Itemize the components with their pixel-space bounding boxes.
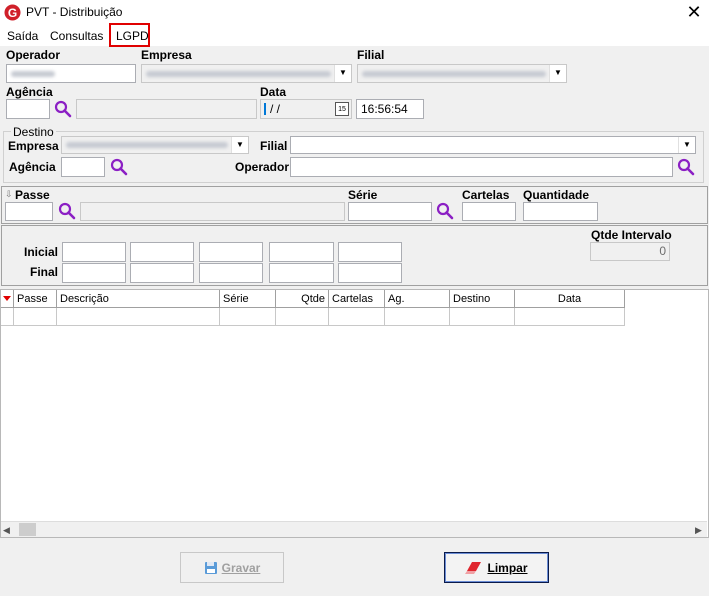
inicial-input-4[interactable]: [269, 242, 334, 262]
serie-label: Série: [348, 188, 378, 202]
chevron-down-icon[interactable]: ▼: [231, 137, 248, 153]
destino-empresa-label: Empresa: [8, 139, 59, 153]
svg-text:G: G: [8, 6, 17, 20]
passe-input[interactable]: [5, 202, 53, 221]
filial-select[interactable]: ▼: [357, 64, 567, 83]
destino-operador-label: Operador: [235, 160, 290, 174]
cartelas-input[interactable]: [462, 202, 516, 221]
search-icon[interactable]: [677, 158, 695, 176]
data-label: Data: [260, 85, 287, 99]
gravar-label: Gravar: [221, 560, 261, 575]
table-cell[interactable]: [515, 308, 625, 326]
column-header-serie[interactable]: Série: [220, 290, 276, 308]
column-header-qtde[interactable]: Qtde: [276, 290, 329, 308]
inicial-input-2[interactable]: [130, 242, 194, 262]
menu-saida[interactable]: Saída: [7, 27, 38, 45]
time-input[interactable]: 16:56:54: [356, 99, 424, 119]
limpar-label: Limpar: [487, 560, 528, 575]
chevron-down-icon[interactable]: ▼: [678, 137, 695, 153]
menu-bar: Saída Consultas LGPD: [0, 26, 709, 46]
title-bar: G PVT - Distribuição ✕: [0, 0, 709, 26]
scrollbar-thumb[interactable]: [19, 523, 36, 536]
chevron-down-icon[interactable]: ▼: [549, 65, 566, 82]
limpar-button[interactable]: Limpar: [444, 552, 549, 583]
destino-agencia-label: Agência: [9, 160, 56, 174]
arrow-down-icon: ⇩: [5, 189, 13, 199]
save-icon: [204, 561, 218, 575]
empresa-label: Empresa: [141, 48, 192, 62]
empresa-select[interactable]: ▼: [141, 64, 352, 83]
items-grid[interactable]: Passe Descrição Série Qtde Cartelas Ag. …: [0, 289, 709, 538]
inicial-input-5[interactable]: [338, 242, 402, 262]
column-header-data[interactable]: Data: [515, 290, 625, 308]
date-input[interactable]: / / 15: [260, 99, 352, 119]
grid-indicator-header: [1, 290, 14, 308]
agencia-input[interactable]: [6, 99, 50, 119]
column-header-destino[interactable]: Destino: [450, 290, 515, 308]
chevron-down-icon[interactable]: ▼: [334, 65, 351, 82]
passe-description: [80, 202, 345, 221]
destino-agencia-input[interactable]: [61, 157, 105, 177]
table-cell[interactable]: [329, 308, 385, 326]
column-header-passe[interactable]: Passe: [14, 290, 57, 308]
inicial-label: Inicial: [24, 245, 59, 259]
destino-group-label: Destino: [11, 125, 56, 139]
column-header-descricao[interactable]: Descrição: [57, 290, 220, 308]
quantidade-input[interactable]: [523, 202, 598, 221]
menu-consultas[interactable]: Consultas: [50, 27, 103, 45]
scroll-right-icon[interactable]: ▶: [695, 525, 702, 536]
operador-label: Operador: [6, 48, 61, 62]
cartelas-label: Cartelas: [462, 188, 510, 202]
qtde-intervalo-value: 0: [590, 242, 670, 261]
final-label: Final: [30, 265, 59, 279]
eraser-icon: [465, 561, 483, 575]
app-logo-icon: G: [4, 4, 21, 21]
final-input-1[interactable]: [62, 263, 126, 283]
search-icon[interactable]: [58, 202, 76, 220]
table-cell[interactable]: [385, 308, 450, 326]
calendar-icon[interactable]: 15: [335, 102, 349, 116]
passe-label: Passe: [15, 188, 50, 202]
table-row-indicator: [1, 308, 14, 326]
close-button[interactable]: ✕: [682, 1, 706, 23]
table-cell[interactable]: [276, 308, 329, 326]
gravar-button[interactable]: Gravar: [180, 552, 284, 583]
column-header-ag[interactable]: Ag.: [385, 290, 450, 308]
agencia-description: [76, 99, 257, 119]
scroll-left-icon[interactable]: ◀: [3, 525, 10, 536]
lgpd-highlight-box: [109, 23, 150, 47]
final-input-2[interactable]: [130, 263, 194, 283]
table-cell[interactable]: [14, 308, 57, 326]
table-cell[interactable]: [220, 308, 276, 326]
search-icon[interactable]: [110, 158, 128, 176]
destino-operador-input[interactable]: [290, 157, 673, 177]
destino-filial-select[interactable]: ▼: [290, 136, 696, 154]
horizontal-scrollbar[interactable]: ◀ ▶: [1, 521, 707, 537]
table-cell[interactable]: [450, 308, 515, 326]
final-input-3[interactable]: [199, 263, 263, 283]
search-icon[interactable]: [54, 100, 72, 118]
inicial-input-3[interactable]: [199, 242, 263, 262]
serie-input[interactable]: [348, 202, 432, 221]
table-cell[interactable]: [57, 308, 220, 326]
window-title: PVT - Distribuição: [26, 5, 123, 19]
filial-label: Filial: [357, 48, 385, 62]
inicial-input-1[interactable]: [62, 242, 126, 262]
column-header-cartelas[interactable]: Cartelas: [329, 290, 385, 308]
search-icon[interactable]: [436, 202, 454, 220]
agencia-label: Agência: [6, 85, 53, 99]
quantidade-label: Quantidade: [523, 188, 590, 202]
destino-empresa-select[interactable]: ▼: [61, 136, 249, 154]
final-input-5[interactable]: [338, 263, 402, 283]
destino-filial-label: Filial: [260, 139, 288, 153]
qtde-intervalo-label: Qtde Intervalo: [591, 228, 672, 242]
final-input-4[interactable]: [269, 263, 334, 283]
operador-input[interactable]: [6, 64, 136, 83]
